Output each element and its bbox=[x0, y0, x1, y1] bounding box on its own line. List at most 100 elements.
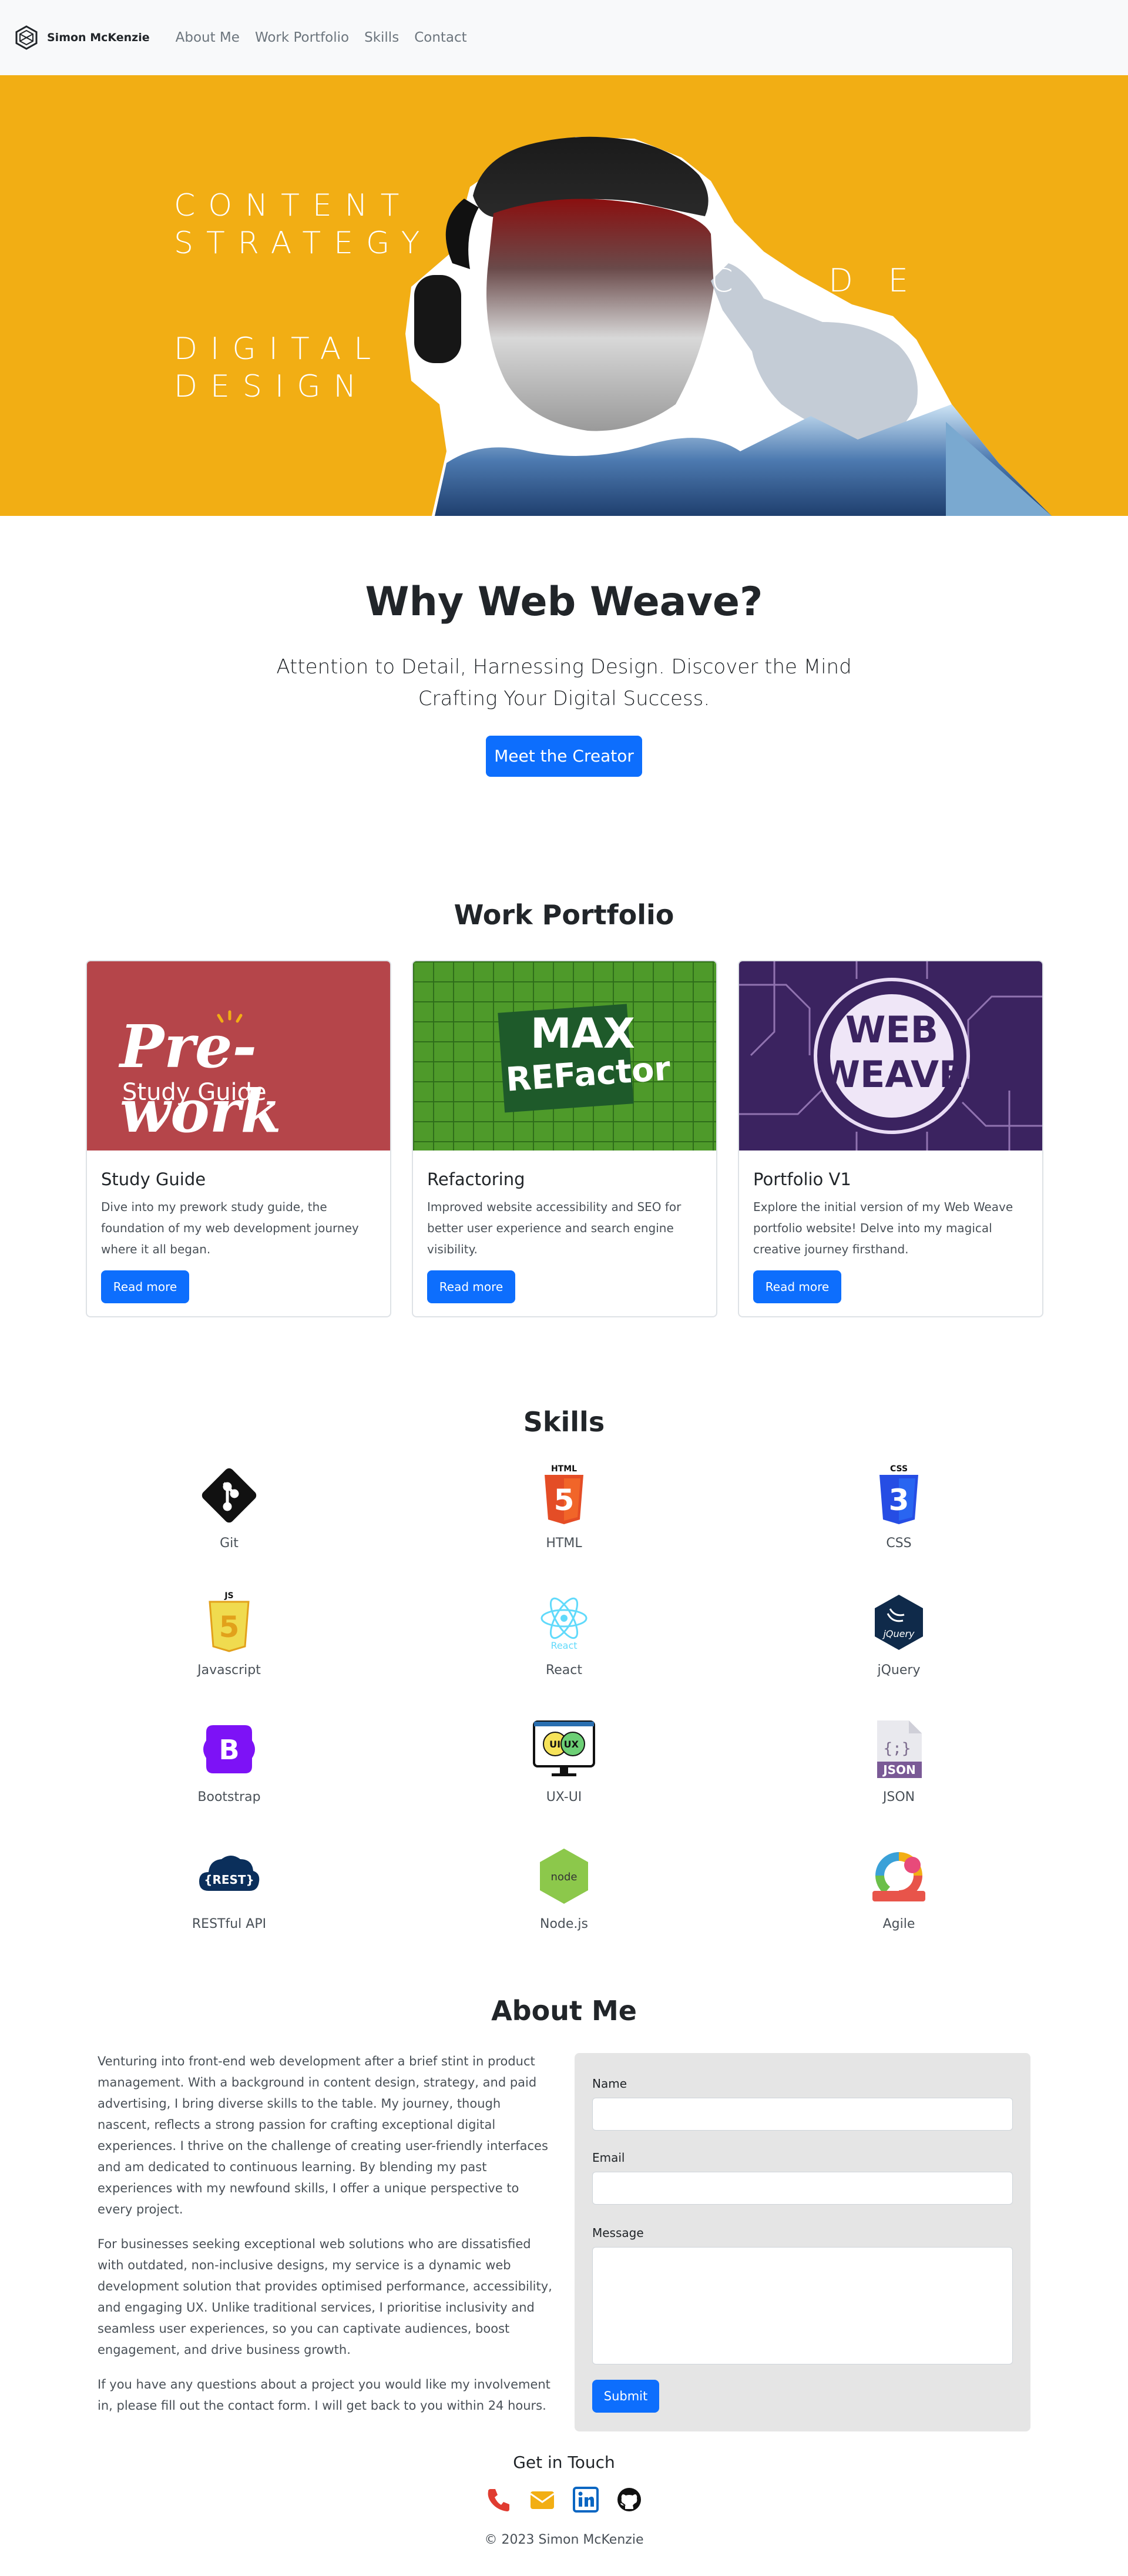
skill-agile: Agile bbox=[811, 1844, 987, 1931]
skill-label: CSS bbox=[886, 1536, 912, 1551]
read-more-button[interactable]: Read more bbox=[427, 1270, 515, 1303]
skill-label: Agile bbox=[882, 1917, 915, 1931]
skill-json: {;} JSON JSON bbox=[811, 1717, 987, 1804]
json-icon-text: JSON bbox=[882, 1763, 916, 1777]
name-field[interactable] bbox=[592, 2098, 1013, 2131]
linkedin-icon[interactable] bbox=[572, 2486, 600, 2514]
copyright: © 2023 Simon McKenzie bbox=[484, 2533, 644, 2547]
portfolio-title: Work Portfolio bbox=[454, 899, 674, 931]
skill-label: HTML bbox=[546, 1536, 582, 1551]
about-paragraph: Venturing into front-end web development… bbox=[98, 2054, 548, 2216]
skill-label: JSON bbox=[882, 1790, 915, 1804]
social-icons bbox=[476, 2486, 652, 2518]
skill-css: CSS 3 CSS bbox=[811, 1463, 987, 1551]
skill-label: React bbox=[545, 1663, 583, 1678]
card-image-text: WEB bbox=[845, 1008, 938, 1051]
read-more-button[interactable]: Read more bbox=[753, 1270, 841, 1303]
skill-javascript: JS 5 Javascript bbox=[141, 1590, 317, 1678]
email-icon[interactable] bbox=[528, 2486, 556, 2514]
hero-banner: CONTENT STRATEGY DIGITAL DESIGN CODE bbox=[0, 75, 1128, 516]
github-icon[interactable] bbox=[615, 2486, 643, 2514]
about-title: About Me bbox=[491, 1995, 637, 2027]
skill-label: UX-UI bbox=[546, 1790, 582, 1804]
skills-title: Skills bbox=[523, 1406, 605, 1438]
brand-name: Simon McKenzie bbox=[47, 31, 150, 44]
jquery-icon-text: jQuery bbox=[882, 1628, 915, 1639]
contact-form: Name Email Message Submit bbox=[575, 2053, 1030, 2431]
why-title: Why Web Weave? bbox=[365, 579, 763, 625]
card-text: Explore the initial version of my Web We… bbox=[753, 1200, 1013, 1256]
message-label: Message bbox=[592, 2226, 644, 2240]
footer-title: Get in Touch bbox=[513, 2453, 615, 2472]
card-text: Dive into my prework study guide, the fo… bbox=[101, 1200, 359, 1256]
card-image-text: MAX bbox=[531, 1009, 635, 1058]
phone-icon[interactable] bbox=[485, 2486, 513, 2514]
bootstrap-icon-text: B bbox=[219, 1734, 239, 1766]
svg-text:3: 3 bbox=[889, 1483, 909, 1517]
meet-creator-button[interactable]: Meet the Creator bbox=[486, 736, 642, 777]
skill-react: React React bbox=[476, 1590, 652, 1678]
skill-jquery: jQuery jQuery bbox=[811, 1590, 987, 1678]
refactor-image[interactable]: MAX REFactor bbox=[413, 961, 716, 1151]
skill-label: jQuery bbox=[877, 1663, 921, 1678]
card-image-subtext: WEAVE bbox=[820, 1053, 964, 1096]
name-label: Name bbox=[592, 2077, 627, 2091]
skill-label: RESTful API bbox=[192, 1917, 267, 1931]
navbar: Simon McKenzie About Me Work Portfolio S… bbox=[0, 0, 1128, 75]
about-paragraph: For businesses seeking exceptional web s… bbox=[98, 2237, 552, 2357]
nav-link-portfolio[interactable]: Work Portfolio bbox=[255, 30, 349, 45]
svg-text:5: 5 bbox=[219, 1610, 240, 1644]
message-field[interactable] bbox=[592, 2247, 1013, 2364]
hero-word-content-strategy: CONTENT STRATEGY bbox=[174, 188, 433, 261]
rest-api-icon-text: {REST} bbox=[204, 1873, 254, 1887]
study-guide-image[interactable]: Pre-work Study Guide bbox=[87, 961, 390, 1151]
html5-icon-text: HTML bbox=[551, 1464, 577, 1474]
nav-link-contact[interactable]: Contact bbox=[414, 30, 466, 45]
about-paragraph: If you have any questions about a projec… bbox=[98, 2377, 550, 2413]
skill-bootstrap: B Bootstrap bbox=[141, 1717, 317, 1804]
portfolio-card: Pre-work Study Guide Study Guide Dive in… bbox=[86, 960, 391, 1317]
html5-icon: HTML 5 bbox=[545, 1464, 583, 1524]
submit-button[interactable]: Submit bbox=[592, 2380, 659, 2413]
card-title: Study Guide bbox=[101, 1169, 206, 1189]
email-field[interactable] bbox=[592, 2172, 1013, 2205]
brand-logo-icon bbox=[15, 25, 38, 50]
ux-ui-icon: UI UX bbox=[533, 1720, 595, 1776]
portfolio-card: WEB WEAVE Portfolio V1 Explore the initi… bbox=[738, 960, 1043, 1317]
nodejs-icon-text: node bbox=[551, 1871, 578, 1883]
skill-label: Git bbox=[220, 1536, 239, 1551]
hero-word-digital-design: DIGITAL DESIGN bbox=[174, 331, 384, 404]
jquery-icon: jQuery bbox=[875, 1595, 923, 1650]
skill-nodejs: node Node.js bbox=[476, 1844, 652, 1931]
rest-api-icon: {REST} bbox=[199, 1856, 260, 1891]
skill-label: Bootstrap bbox=[197, 1790, 261, 1804]
card-title: Portfolio V1 bbox=[753, 1169, 851, 1189]
skill-label: Node.js bbox=[540, 1917, 588, 1931]
hero-word-code: CODE bbox=[711, 262, 944, 299]
json-icon: {;} JSON bbox=[877, 1720, 922, 1778]
bootstrap-icon: B bbox=[203, 1725, 255, 1773]
card-image-subtext: Study Guide bbox=[122, 1079, 267, 1106]
react-icon-text: React bbox=[550, 1640, 577, 1651]
card-title: Refactoring bbox=[427, 1169, 525, 1189]
brand[interactable]: Simon McKenzie bbox=[14, 25, 176, 50]
nav-link-about[interactable]: About Me bbox=[176, 30, 240, 45]
svg-text:5: 5 bbox=[554, 1483, 575, 1517]
css3-icon-text: CSS bbox=[890, 1464, 908, 1474]
javascript-icon-text: JS bbox=[224, 1591, 233, 1601]
why-subtitle: Attention to Detail, Harnessing Design. … bbox=[276, 655, 852, 710]
nodejs-icon: node bbox=[540, 1849, 588, 1904]
agile-icon bbox=[872, 1852, 925, 1901]
portfolio-card: MAX REFactor Refactoring Improved websit… bbox=[412, 960, 717, 1317]
nav-link-skills[interactable]: Skills bbox=[364, 30, 399, 45]
read-more-button[interactable]: Read more bbox=[101, 1270, 189, 1303]
web-weave-image[interactable]: WEB WEAVE bbox=[739, 961, 1042, 1151]
skill-html: HTML 5 HTML bbox=[476, 1463, 652, 1551]
css3-icon: CSS 3 bbox=[879, 1464, 918, 1524]
hero-portrait-image bbox=[405, 136, 1052, 516]
skill-rest-api: {REST} RESTful API bbox=[141, 1844, 317, 1931]
react-icon: React bbox=[540, 1597, 588, 1651]
skill-ux-ui: UI UX UX-UI bbox=[476, 1717, 652, 1804]
skill-git: Git bbox=[141, 1463, 317, 1551]
skill-label: Javascript bbox=[197, 1663, 261, 1678]
